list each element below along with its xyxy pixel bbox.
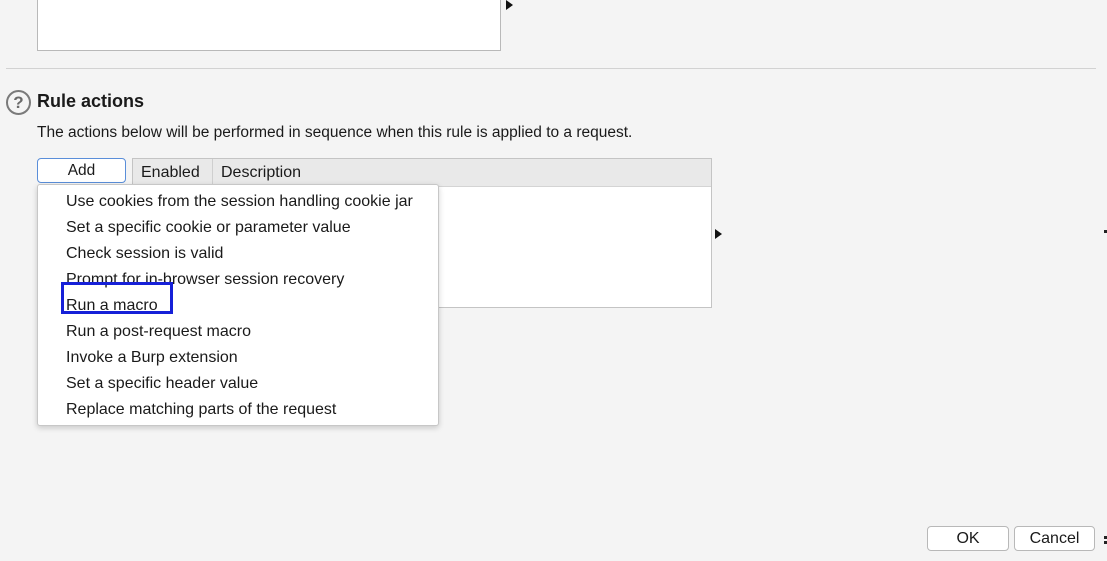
add-action-menu: Use cookies from the session handling co… bbox=[37, 184, 439, 426]
menu-item-label: Use cookies from the session handling co… bbox=[66, 193, 413, 210]
menu-item-label: Run a post-request macro bbox=[66, 323, 251, 340]
section-divider bbox=[6, 68, 1096, 69]
add-button[interactable]: Add bbox=[37, 158, 126, 183]
column-header-enabled[interactable]: Enabled bbox=[133, 159, 213, 186]
cancel-button[interactable]: Cancel bbox=[1014, 526, 1095, 551]
column-header-description[interactable]: Description bbox=[213, 159, 301, 186]
ok-button[interactable]: OK bbox=[927, 526, 1009, 551]
menu-item-set-header[interactable]: Set a specific header value bbox=[38, 372, 438, 398]
menu-item-run-macro[interactable]: Run a macro bbox=[38, 282, 438, 320]
menu-item-invoke-extension[interactable]: Invoke a Burp extension bbox=[38, 346, 438, 372]
menu-item-label: Invoke a Burp extension bbox=[66, 349, 238, 366]
menu-item-label: Set a specific cookie or parameter value bbox=[66, 219, 351, 236]
menu-item-label: Replace matching parts of the request bbox=[66, 401, 337, 418]
section-description: The actions below will be performed in s… bbox=[37, 124, 633, 141]
section-title: Rule actions bbox=[37, 91, 145, 111]
menu-item-label: Prompt for in-browser session recovery bbox=[66, 271, 345, 288]
menu-item-label: Set a specific header value bbox=[66, 375, 259, 392]
menu-item-replace-matching[interactable]: Replace matching parts of the request bbox=[38, 398, 438, 424]
expand-arrow-icon[interactable] bbox=[715, 229, 722, 239]
menu-item-use-cookies[interactable]: Use cookies from the session handling co… bbox=[38, 190, 438, 216]
menu-item-set-cookie-or-parameter[interactable]: Set a specific cookie or parameter value bbox=[38, 216, 438, 242]
menu-item-label: Run a macro bbox=[66, 297, 158, 314]
expand-arrow-icon[interactable] bbox=[506, 0, 513, 10]
menu-item-run-post-request-macro[interactable]: Run a post-request macro bbox=[38, 320, 438, 346]
session-rule-editor-dialog: ? Rule actions The actions below will be… bbox=[0, 0, 1107, 561]
help-icon[interactable]: ? bbox=[6, 90, 31, 115]
table-header: Enabled Description bbox=[133, 159, 711, 187]
menu-item-label: Check session is valid bbox=[66, 245, 224, 262]
scope-textarea[interactable] bbox=[37, 0, 501, 51]
menu-item-check-session[interactable]: Check session is valid bbox=[38, 242, 438, 268]
menu-item-prompt-session-recovery[interactable]: Prompt for in-browser session recovery bbox=[38, 268, 438, 294]
